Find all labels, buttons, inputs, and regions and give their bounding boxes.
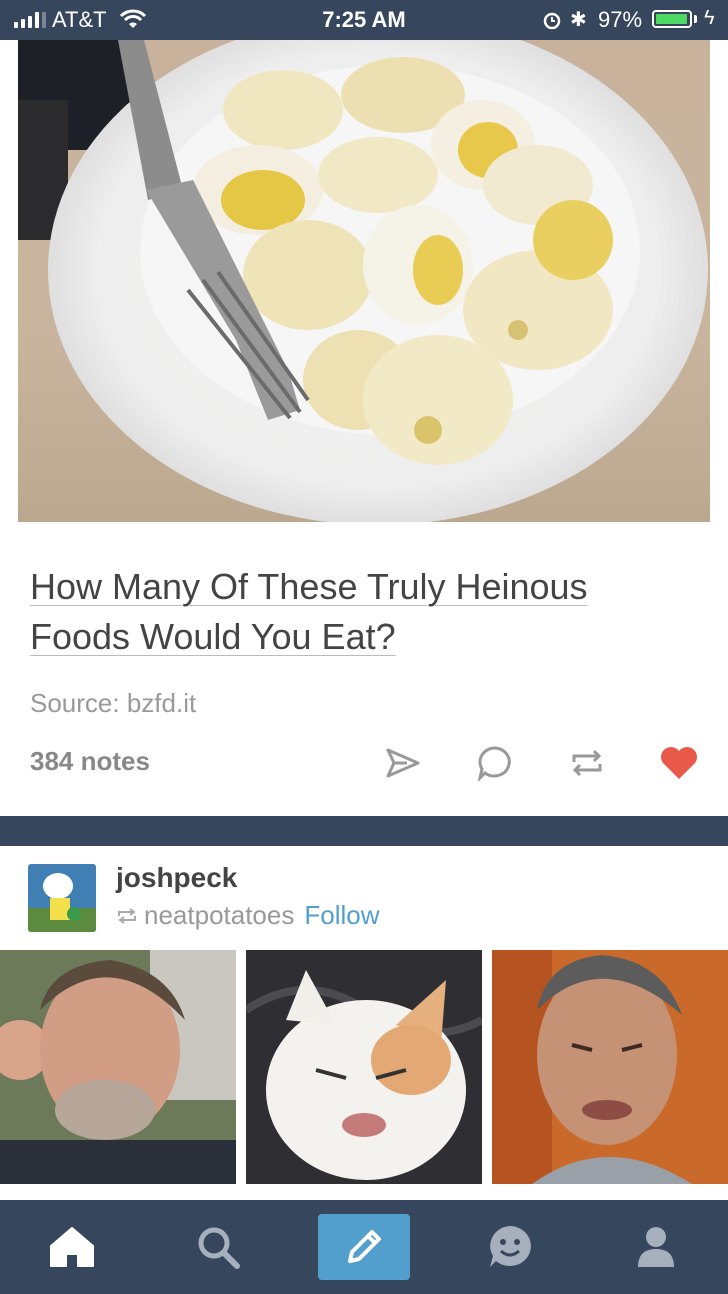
charging-icon: ϟ xyxy=(704,7,715,29)
reblog-small-icon xyxy=(118,907,136,924)
activity-icon xyxy=(490,1226,531,1267)
reblog-attribution: neatpotatoes Follow xyxy=(116,900,380,931)
home-icon xyxy=(50,1227,94,1267)
share-icon[interactable] xyxy=(380,740,426,786)
account-icon xyxy=(638,1227,674,1267)
photo-cat-grimace[interactable] xyxy=(246,950,482,1184)
post-source[interactable]: Source: bzfd.it xyxy=(30,688,196,719)
tab-account[interactable] xyxy=(610,1214,702,1280)
photo-man-squinting[interactable] xyxy=(0,950,236,1184)
username[interactable]: joshpeck xyxy=(116,862,237,894)
search-icon xyxy=(198,1227,240,1269)
compose-icon xyxy=(348,1230,381,1263)
battery-percent: 97% xyxy=(598,7,643,32)
photo-man-disgusted[interactable] xyxy=(492,950,728,1184)
post-card-photoset: joshpeck neatpotatoes Follow xyxy=(0,846,728,1200)
post-image-banana-egg-bowl[interactable] xyxy=(18,40,710,522)
follow-button[interactable]: Follow xyxy=(304,900,379,931)
tab-search[interactable] xyxy=(172,1214,264,1280)
notes-count[interactable]: 384 notes xyxy=(30,746,150,777)
tab-bar xyxy=(0,1200,728,1294)
status-bar: AT&T 7:25 AM ✱ 97% ϟ xyxy=(0,0,728,40)
like-heart-icon[interactable] xyxy=(656,740,702,786)
reply-icon[interactable] xyxy=(472,740,518,786)
tab-home[interactable] xyxy=(26,1214,118,1280)
post-title-line-2[interactable]: Foods Would You Eat? xyxy=(30,616,396,657)
alarm-icon xyxy=(543,12,561,30)
reblog-icon[interactable] xyxy=(564,740,610,786)
post-title[interactable]: How Many Of These Truly Heinous Foods Wo… xyxy=(30,562,690,662)
tab-compose[interactable] xyxy=(318,1214,410,1280)
battery-icon xyxy=(652,10,692,28)
battery-tip xyxy=(694,15,697,23)
reblogged-from[interactable]: neatpotatoes xyxy=(144,900,294,931)
bluetooth-icon: ✱ xyxy=(570,9,587,31)
post-title-line-1[interactable]: How Many Of These Truly Heinous xyxy=(30,566,588,607)
tab-activity[interactable] xyxy=(464,1214,556,1280)
post-card-link: How Many Of These Truly Heinous Foods Wo… xyxy=(0,40,728,816)
avatar[interactable] xyxy=(28,864,96,932)
